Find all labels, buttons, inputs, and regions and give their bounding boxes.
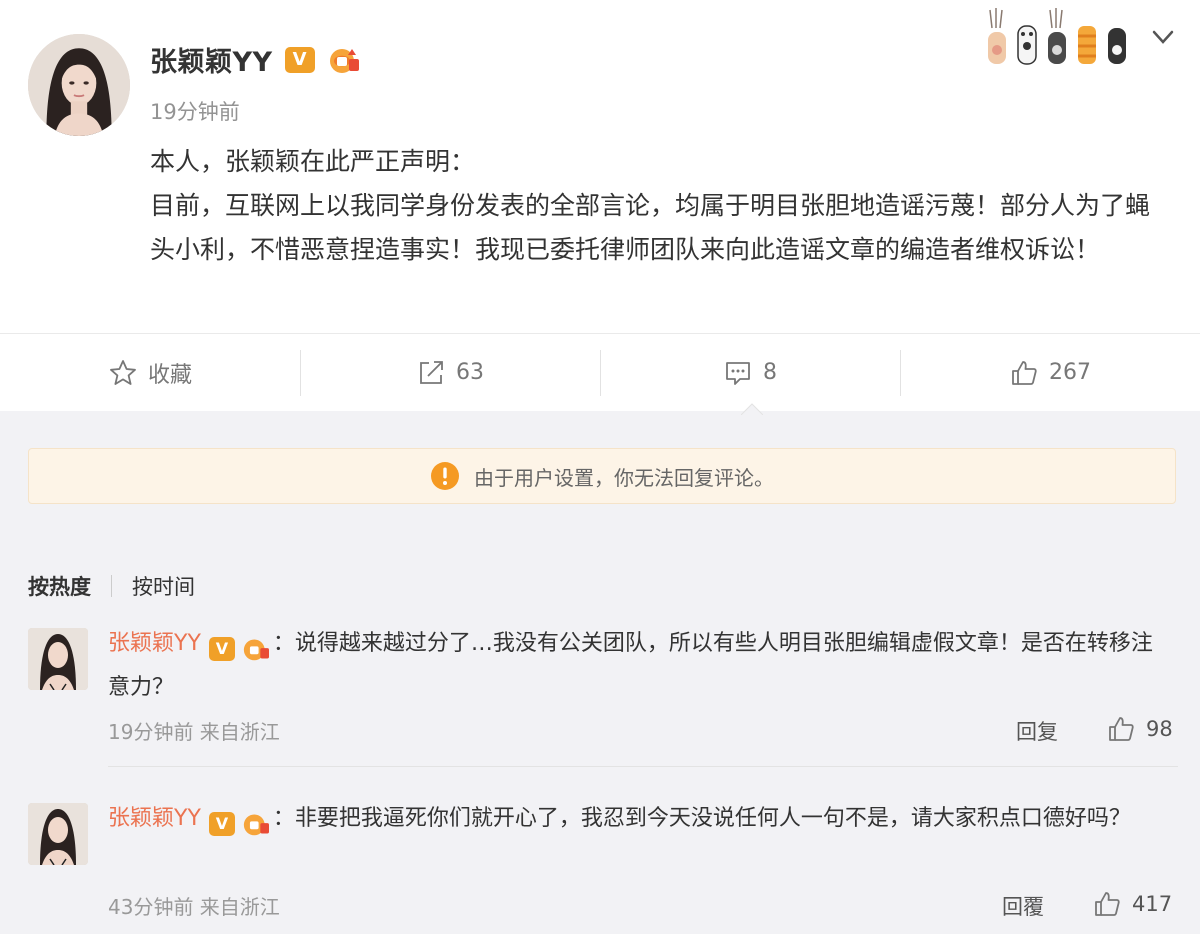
repost-button[interactable]: 63 (300, 334, 600, 411)
verified-badge-icon[interactable]: V (284, 46, 315, 73)
top-right-decoration (984, 6, 1178, 68)
fan-medal-icon[interactable] (241, 811, 271, 837)
thumbs-up-icon (1109, 717, 1134, 741)
post-card: 张颖颖YY V 19分钟前 本人，张颖颖在此严正声明： 目前，互联网上以我同学身… (0, 0, 1200, 333)
action-bar: 收藏 63 8 267 (0, 333, 1200, 411)
post-line-2: 目前，互联网上以我同学身份发表的全部言论，均属于明目张胆地造谣污蔑！部分人为了蝇… (150, 191, 1151, 264)
comment-like-count: 98 (1146, 717, 1173, 741)
comment-like-count: 417 (1132, 892, 1173, 916)
comment-count: 8 (763, 360, 777, 385)
star-icon (110, 359, 136, 385)
tab-separator (111, 575, 112, 597)
fan-medal-icon[interactable] (241, 636, 271, 662)
comment-like-button[interactable]: 417 (1092, 889, 1172, 919)
comment-meta: 19分钟前 来自浙江 (108, 720, 280, 744)
warning-icon (431, 462, 459, 490)
chevron-down-icon[interactable] (1148, 22, 1178, 52)
comment-button[interactable]: 8 (600, 334, 900, 411)
avatar-portrait (28, 628, 88, 690)
commenter-avatar[interactable] (28, 803, 88, 865)
comment-content: 张颖颖YY V ：说得越来越过分了…我没有公关团队，所以有些人明目张胆编辑虚假文章！… (108, 622, 1168, 710)
reply-button[interactable]: 回覆 (1002, 891, 1044, 921)
paw-icon (1078, 26, 1096, 64)
commenter-name[interactable]: 张颖颖YY (108, 806, 201, 831)
tab-sort-time[interactable]: 按时间 (132, 571, 195, 601)
comment-meta: 43分钟前 来自浙江 (108, 895, 280, 919)
share-icon (420, 360, 443, 384)
like-count: 267 (1049, 360, 1091, 385)
commenter-badges: V (208, 811, 271, 837)
post-text: 本人，张颖颖在此严正声明： 目前，互联网上以我同学身份发表的全部言论，均属于明目… (150, 140, 1170, 272)
paw-icon (988, 8, 1006, 64)
like-button[interactable]: 267 (900, 334, 1200, 411)
paw-icon (1048, 8, 1066, 64)
thumbs-up-icon (1012, 360, 1037, 385)
author-line: 张颖颖YY V (150, 40, 361, 79)
favorite-button[interactable]: 收藏 (0, 334, 300, 411)
post-time[interactable]: 19分钟前 (150, 96, 240, 126)
tab-sort-hot[interactable]: 按热度 (28, 571, 91, 601)
notice-text: 由于用户设置，你无法回复评论。 (474, 465, 774, 490)
post-line-1: 本人，张颖颖在此严正声明： (150, 147, 476, 176)
avatar-portrait (28, 803, 88, 865)
paw-icon (1108, 28, 1126, 64)
avatar-portrait (28, 34, 130, 136)
favorite-label: 收藏 (147, 362, 192, 388)
verified-badge-icon[interactable]: V (208, 812, 235, 836)
thumbs-up-icon (1095, 892, 1120, 916)
comment-content: 张颖颖YY V ：非要把我逼死你们就开心了，我忍到今天没说任何人一句不是，请大家积点… (108, 797, 1168, 841)
paw-icon (1017, 25, 1037, 65)
comment-text: ：非要把我逼死你们就开心了，我忍到今天没说任何人一句不是，请大家积点口德好吗？ (272, 806, 1131, 831)
author-name[interactable]: 张颖颖YY (150, 40, 273, 79)
author-avatar[interactable] (28, 34, 130, 136)
reply-disabled-notice: 由于用户设置，你无法回复评论。 (28, 448, 1176, 504)
reply-button[interactable]: 回复 (1016, 716, 1058, 746)
commenter-avatar[interactable] (28, 628, 88, 690)
active-tab-caret (741, 403, 763, 415)
comment-divider (108, 766, 1178, 767)
fan-medal-icon[interactable] (327, 45, 361, 75)
commenter-name[interactable]: 张颖颖YY (108, 631, 201, 656)
comment-sort-tabs: 按热度 按时间 (28, 571, 195, 601)
commenter-badges: V (208, 636, 271, 662)
repost-count: 63 (456, 360, 484, 385)
verified-badge-icon[interactable]: V (208, 637, 235, 661)
comment-icon (726, 361, 750, 385)
comment-like-button[interactable]: 98 (1106, 714, 1173, 744)
